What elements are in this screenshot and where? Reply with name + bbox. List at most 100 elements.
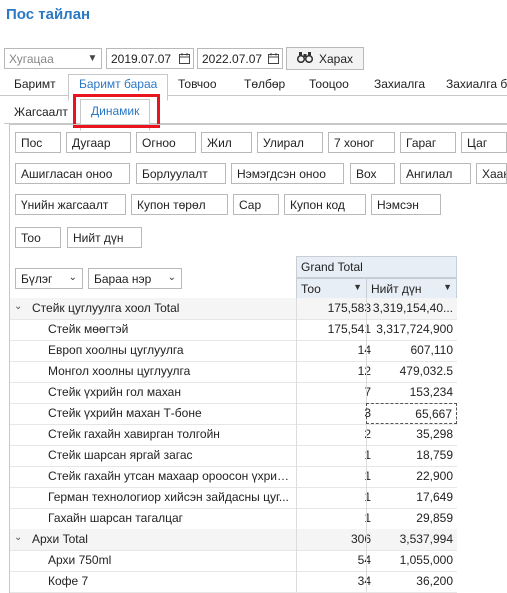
period-select[interactable]: Хугацаа ▼ (4, 48, 102, 69)
date-to-field[interactable]: 2022.07.07 (197, 48, 283, 69)
tab-settlement[interactable]: Тооцоо (309, 77, 349, 96)
amount-cell[interactable]: 29,859 (366, 508, 457, 529)
amount-cell[interactable]: 153,234 (366, 382, 457, 403)
field-chip[interactable]: Борлуулалт (136, 163, 226, 184)
row-field-group-label: Бүлэг (21, 272, 53, 286)
table-row[interactable]: Стейк мөөгтэй 175,541 3,317,724,900 (10, 319, 457, 341)
qty-cell[interactable]: 306 (296, 529, 376, 550)
amount-cell[interactable]: 35,298 (366, 424, 457, 445)
qty-cell[interactable]: 175,541 (296, 319, 376, 340)
grand-total-header: Grand Total (296, 256, 457, 278)
field-chip[interactable]: Нэмэгдсэн оноо (231, 163, 344, 184)
row-label: Архи Total (32, 532, 88, 546)
view-button-label: Харах (318, 51, 354, 66)
qty-cell[interactable]: 1 (296, 466, 376, 487)
calendar-icon[interactable] (265, 49, 282, 68)
amount-cell[interactable]: 65,667 (366, 403, 457, 424)
collapse-icon[interactable]: ⌄ (14, 301, 22, 312)
table-row[interactable]: Гахайн шарсан тагалцаг 1 29,859 (10, 508, 457, 530)
row-label: Стейк мөөгтэй (48, 322, 129, 336)
date-from-field[interactable]: 2019.07.07 (106, 48, 194, 69)
table-row[interactable]: Европ хоолны цуглуулга 14 607,110 (10, 340, 457, 362)
data-field-chip[interactable]: Нийт дүн (67, 227, 142, 248)
group-total-row[interactable]: ⌄ Архи Total 306 3,537,994 (10, 529, 457, 551)
field-chip[interactable]: Пос (15, 132, 61, 153)
tab-receipt[interactable]: Баримт (14, 77, 56, 96)
field-chip[interactable]: Нэмсэн (371, 194, 441, 215)
qty-column-label: Тоо (301, 282, 321, 296)
amount-cell[interactable]: 479,032.5 (366, 361, 457, 382)
qty-cell[interactable]: 1 (296, 508, 376, 529)
field-chip[interactable]: Цаг (461, 132, 507, 153)
table-row[interactable]: Монгол хоолны цуглуулга 12 479,032.5 (10, 361, 457, 383)
page-title: Пос тайлан (6, 6, 91, 23)
field-chip[interactable]: Улирал (257, 132, 323, 153)
table-row[interactable]: Стейк шарсан яргай загас 1 18,759 (10, 445, 457, 467)
chevron-down-icon: ⌄ (167, 272, 176, 283)
chevron-down-icon: ▼ (87, 53, 98, 64)
field-chip[interactable]: Вох (350, 163, 395, 184)
tab-list[interactable]: Жагсаалт (14, 105, 68, 119)
collapse-icon[interactable]: ⌄ (14, 532, 22, 543)
amount-cell[interactable]: 36,200 (366, 571, 457, 592)
amount-column-header[interactable]: Нийт дүн ▼ (366, 278, 457, 299)
amount-cell[interactable]: 3,319,154,40... (366, 298, 457, 319)
data-field-chip[interactable]: Тоо (15, 227, 61, 248)
row-label: Стейк үхрийн махан Т-боне (48, 406, 202, 420)
field-chip[interactable]: Хаан (476, 163, 507, 184)
qty-column-header[interactable]: Тоо ▼ (296, 278, 367, 299)
qty-cell[interactable]: 12 (296, 361, 376, 382)
row-field-item-name-label: Бараа нэр (94, 272, 152, 286)
table-row[interactable]: Архи 750ml 54 1,055,000 (10, 550, 457, 572)
field-chip[interactable]: Үнийн жагсаалт (15, 194, 126, 215)
amount-column-label: Нийт дүн (371, 282, 422, 296)
field-chip[interactable]: Жил (201, 132, 252, 153)
qty-cell[interactable]: 175,583 (296, 298, 376, 319)
table-row[interactable]: Кофе 7 34 36,200 (10, 571, 457, 593)
calendar-icon[interactable] (176, 49, 193, 68)
tab-payment[interactable]: Төлбөр (244, 77, 285, 96)
filter-icon[interactable]: ▼ (443, 282, 452, 292)
row-label: Стейк үхрийн гол махан (48, 385, 181, 399)
field-chip[interactable]: Сар (233, 194, 279, 215)
amount-cell[interactable]: 3,537,994 (366, 529, 457, 550)
field-chip[interactable]: 7 хоног (328, 132, 395, 153)
group-total-row[interactable]: ⌄ Стейк цуглуулга хоол Total 175,583 3,319,… (10, 298, 457, 320)
table-row[interactable]: Стейк гахайн хавирган толгойн 2 35,298 (10, 424, 457, 446)
amount-cell[interactable]: 22,900 (366, 466, 457, 487)
field-chip[interactable]: Огноо (136, 132, 196, 153)
qty-cell[interactable]: 34 (296, 571, 376, 592)
row-field-group[interactable]: Бүлэг ⌄ (15, 268, 83, 289)
qty-cell[interactable]: 7 (296, 382, 376, 403)
table-row[interactable]: Герман технологиор хийсэн зайдасны цуг..… (10, 487, 457, 509)
amount-cell[interactable]: 1,055,000 (366, 550, 457, 571)
qty-cell[interactable]: 1 (296, 487, 376, 508)
tab-summary[interactable]: Товчоо (178, 77, 217, 96)
qty-cell[interactable]: 3 (296, 403, 376, 424)
qty-cell[interactable]: 1 (296, 445, 376, 466)
tab-order[interactable]: Захиалга (374, 77, 425, 96)
qty-cell[interactable]: 2 (296, 424, 376, 445)
field-chip[interactable]: Купон код (284, 194, 366, 215)
table-row[interactable]: Стейк гахайн утсан махаар ороосон үхрийн… (10, 466, 457, 488)
qty-cell[interactable]: 14 (296, 340, 376, 361)
table-row[interactable]: Стейк үхрийн махан Т-боне 3 65,667 (10, 403, 457, 425)
amount-cell[interactable]: 3,317,724,900 (366, 319, 457, 340)
field-chip[interactable]: Ангилал (400, 163, 471, 184)
amount-cell[interactable]: 607,110 (366, 340, 457, 361)
row-label: Стейк гахайн утсан махаар ороосон үхрийн… (48, 469, 294, 483)
field-chip[interactable]: Дугаар (66, 132, 131, 153)
field-chip[interactable]: Купон төрөл (131, 194, 228, 215)
amount-cell[interactable]: 17,649 (366, 487, 457, 508)
field-chip[interactable]: Ашигласан оноо (15, 163, 130, 184)
qty-cell[interactable]: 54 (296, 550, 376, 571)
main-tabs: Баримт Баримт бараа Товчоо Төлбөр Тооцоо… (0, 74, 507, 101)
table-row[interactable]: Стейк үхрийн гол махан 7 153,234 (10, 382, 457, 404)
field-chip[interactable]: Гараг (400, 132, 456, 153)
row-label: Кофе 7 (48, 574, 89, 588)
amount-cell[interactable]: 18,759 (366, 445, 457, 466)
row-field-item-name[interactable]: Бараа нэр ⌄ (88, 268, 182, 289)
view-button[interactable]: Харах (286, 47, 364, 70)
tab-order-2[interactable]: Захиалга ба (446, 77, 507, 96)
filter-icon[interactable]: ▼ (353, 282, 362, 292)
